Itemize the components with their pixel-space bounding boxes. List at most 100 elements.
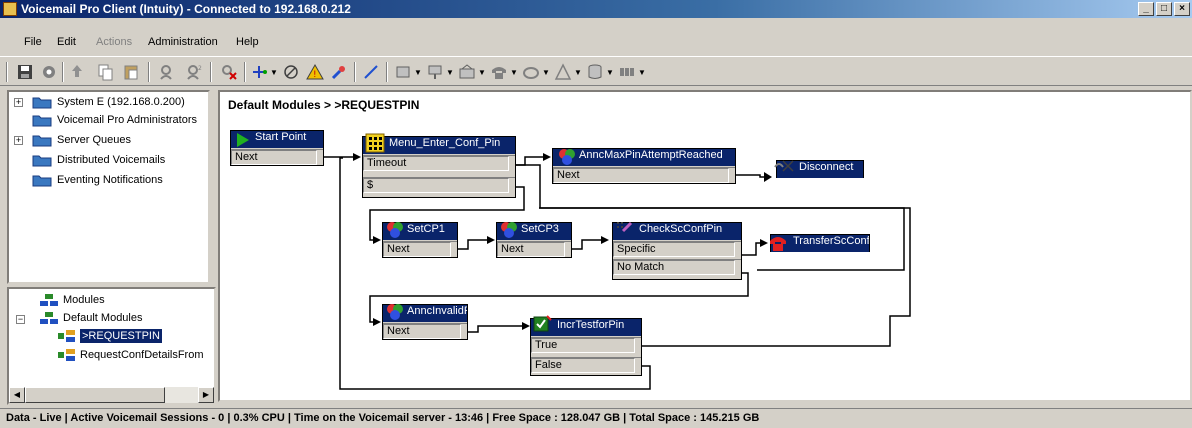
menu-bar: File Edit Actions Administration Help bbox=[0, 34, 1192, 52]
close-button[interactable]: × bbox=[1174, 2, 1190, 16]
modules-icon bbox=[39, 311, 59, 325]
modules-tree: Modules − Default Modules >REQUESTPIN Re… bbox=[7, 287, 216, 405]
toolbar: 2 ▼ ! ▼ ▼ ▼ ▼ ▼ ▼ ▼ ▼ bbox=[0, 56, 1192, 86]
phone-transfer-icon bbox=[767, 231, 787, 251]
node-row[interactable]: Next bbox=[383, 241, 457, 258]
node-menu-enter-conf-pin[interactable]: Menu_Enter_Conf_Pin Timeout $ bbox=[362, 133, 516, 198]
node-annc-max-pin[interactable]: AnncMaxPinAttemptReached Next bbox=[552, 148, 736, 184]
navigation-tree: + System E (192.168.0.200) Voicemail Pro… bbox=[7, 90, 210, 284]
app-icon bbox=[3, 2, 17, 16]
announcement-icon bbox=[557, 147, 577, 167]
svg-text:!: ! bbox=[313, 70, 317, 80]
warning-icon[interactable]: ! bbox=[306, 63, 324, 81]
folder-icon bbox=[32, 133, 52, 147]
connector-icon[interactable] bbox=[250, 63, 268, 81]
chevron-down-icon[interactable]: ▼ bbox=[478, 68, 486, 77]
chevron-down-icon[interactable]: ▼ bbox=[606, 68, 614, 77]
menu-edit[interactable]: Edit bbox=[57, 36, 76, 48]
module-icon bbox=[57, 329, 77, 343]
generic-action-icon[interactable] bbox=[394, 63, 412, 81]
node-disconnect[interactable]: Disconnect bbox=[774, 160, 864, 178]
horizontal-scrollbar[interactable]: ◀ ▶ bbox=[9, 387, 214, 403]
node-incr-test-for-pin[interactable]: IncrTestforPin True False bbox=[530, 315, 642, 376]
tree-item-system[interactable]: System E (192.168.0.200) bbox=[57, 96, 185, 108]
tools-icon[interactable] bbox=[330, 63, 348, 81]
maximize-button[interactable]: □ bbox=[1156, 2, 1172, 16]
node-row[interactable]: Next bbox=[231, 149, 323, 166]
user-power-icon[interactable]: 2 bbox=[186, 63, 204, 81]
modules-icon bbox=[39, 293, 59, 307]
save-icon[interactable] bbox=[16, 63, 34, 81]
chevron-down-icon[interactable]: ▼ bbox=[414, 68, 422, 77]
scroll-left-icon[interactable]: ◀ bbox=[9, 387, 25, 403]
node-row[interactable]: Next bbox=[553, 167, 735, 184]
chevron-down-icon[interactable]: ▼ bbox=[542, 68, 550, 77]
title-bar: Voicemail Pro Client (Intuity) - Connect… bbox=[0, 0, 1192, 18]
module-icon bbox=[57, 348, 77, 362]
expand-icon[interactable]: + bbox=[14, 136, 23, 145]
node-row[interactable]: True bbox=[531, 337, 641, 354]
menu-help[interactable]: Help bbox=[236, 36, 259, 48]
menu-file[interactable]: File bbox=[24, 36, 42, 48]
node-setcp3[interactable]: SetCP3 Next bbox=[496, 222, 572, 258]
node-row[interactable]: Next bbox=[383, 323, 467, 340]
node-row[interactable]: No Match bbox=[613, 259, 741, 276]
settings-icon[interactable] bbox=[40, 63, 58, 81]
node-row[interactable]: False bbox=[531, 357, 641, 374]
menu-action-icon[interactable] bbox=[426, 63, 444, 81]
minimize-button[interactable]: _ bbox=[1138, 2, 1154, 16]
keypad-icon bbox=[365, 133, 385, 153]
disconnect-icon bbox=[773, 155, 794, 175]
node-row[interactable]: $ bbox=[363, 177, 515, 194]
delete-user-icon[interactable] bbox=[220, 63, 238, 81]
collapse-icon[interactable]: − bbox=[16, 315, 25, 324]
announcement-icon bbox=[499, 220, 519, 240]
paste-icon[interactable] bbox=[122, 63, 140, 81]
announcement-icon bbox=[385, 302, 405, 322]
scroll-right-icon[interactable]: ▶ bbox=[198, 387, 214, 403]
menu-administration[interactable]: Administration bbox=[148, 36, 218, 48]
tree-item-eventing-notifications[interactable]: Eventing Notifications bbox=[57, 174, 163, 186]
window-title: Voicemail Pro Client (Intuity) - Connect… bbox=[21, 2, 351, 16]
database-icon[interactable] bbox=[586, 63, 604, 81]
link-line-icon[interactable] bbox=[362, 63, 380, 81]
node-title: AnncMaxPinAttemptReached bbox=[553, 149, 735, 166]
copy-icon[interactable] bbox=[96, 63, 114, 81]
menu-actions[interactable]: Actions bbox=[96, 36, 132, 48]
modules-default[interactable]: Default Modules bbox=[63, 312, 143, 324]
node-setcp1[interactable]: SetCP1 Next bbox=[382, 222, 458, 258]
tree-item-distributed-voicemails[interactable]: Distributed Voicemails bbox=[57, 154, 165, 166]
node-start-point[interactable]: Start Point Next bbox=[230, 130, 324, 166]
route-icon[interactable] bbox=[282, 63, 300, 81]
scroll-thumb[interactable] bbox=[25, 387, 165, 403]
queue-icon[interactable] bbox=[618, 63, 636, 81]
tree-item-administrators[interactable]: Voicemail Pro Administrators bbox=[57, 114, 197, 126]
variable-test-icon bbox=[533, 314, 553, 334]
node-annc-invalid-pin[interactable]: AnncInvalidPin Next bbox=[382, 304, 468, 340]
flow-canvas[interactable]: Default Modules > >REQUESTPIN Start Poin… bbox=[218, 90, 1192, 402]
folder-icon bbox=[32, 95, 52, 109]
node-row[interactable]: Specific bbox=[613, 241, 741, 258]
mailbox-icon[interactable] bbox=[522, 63, 540, 81]
tree-item-server-queues[interactable]: Server Queues bbox=[57, 134, 131, 146]
condition-icon[interactable] bbox=[554, 63, 572, 81]
upload-icon[interactable] bbox=[68, 63, 86, 81]
chevron-down-icon[interactable]: ▼ bbox=[510, 68, 518, 77]
node-transfer-sc-conf[interactable]: TransferScConf bbox=[770, 234, 870, 252]
chevron-down-icon[interactable]: ▼ bbox=[446, 68, 454, 77]
module-item-requestconfdetails[interactable]: RequestConfDetailsFrom bbox=[80, 349, 204, 361]
announcement-icon bbox=[385, 220, 405, 240]
node-row[interactable]: Next bbox=[497, 241, 571, 258]
find-user-icon[interactable] bbox=[158, 63, 176, 81]
node-check-sc-conf-pin[interactable]: CheckScConfPin Specific No Match bbox=[612, 221, 742, 280]
configuration-icon[interactable] bbox=[458, 63, 476, 81]
folder-icon bbox=[32, 173, 52, 187]
chevron-down-icon[interactable]: ▼ bbox=[638, 68, 646, 77]
module-item-requestpin[interactable]: >REQUESTPIN bbox=[80, 329, 162, 343]
node-row[interactable]: Timeout bbox=[363, 155, 515, 172]
chevron-down-icon[interactable]: ▼ bbox=[270, 68, 278, 77]
chevron-down-icon[interactable]: ▼ bbox=[574, 68, 582, 77]
expand-icon[interactable]: + bbox=[14, 98, 23, 107]
modules-root[interactable]: Modules bbox=[63, 294, 105, 306]
telephony-icon[interactable] bbox=[490, 63, 508, 81]
